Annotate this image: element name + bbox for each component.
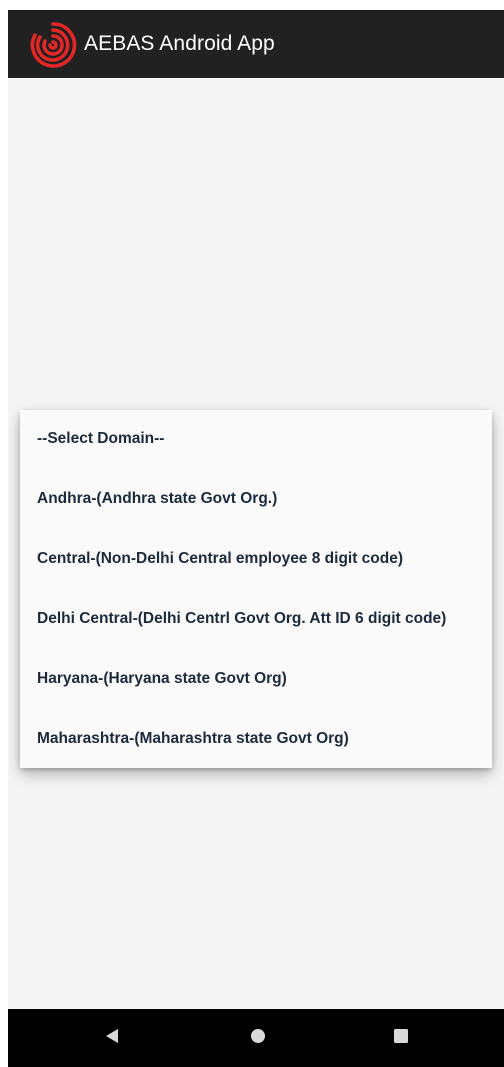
domain-option-andhra[interactable]: Andhra-(Andhra state Govt Org.) xyxy=(37,470,277,528)
content-area: --Select Domain-- Andhra-(Andhra state G… xyxy=(8,78,504,1009)
domain-option-central[interactable]: Central-(Non-Delhi Central employee 8 di… xyxy=(37,530,403,588)
app-title: AEBAS Android App xyxy=(84,32,275,55)
recents-square-icon xyxy=(391,1026,411,1051)
domain-option-haryana[interactable]: Haryana-(Haryana state Govt Org) xyxy=(37,650,287,708)
recents-button[interactable] xyxy=(371,1009,431,1067)
home-circle-icon xyxy=(248,1026,268,1051)
domain-option-select[interactable]: --Select Domain-- xyxy=(37,410,164,468)
home-button[interactable] xyxy=(228,1009,288,1067)
fingerprint-logo-icon xyxy=(28,20,78,70)
back-button[interactable] xyxy=(82,1009,142,1067)
app-bar: AEBAS Android App xyxy=(8,10,504,78)
domain-option-maharashtra[interactable]: Maharashtra-(Maharashtra state Govt Org) xyxy=(37,710,349,768)
back-triangle-icon xyxy=(102,1026,122,1051)
domain-option-delhi-central[interactable]: Delhi Central-(Delhi Centrl Govt Org. At… xyxy=(37,590,446,648)
system-navigation-bar xyxy=(8,1009,504,1067)
app-screen: AEBAS Android App --Select Domain-- Andh… xyxy=(8,10,504,1067)
domain-dropdown-menu: --Select Domain-- Andhra-(Andhra state G… xyxy=(20,410,492,768)
